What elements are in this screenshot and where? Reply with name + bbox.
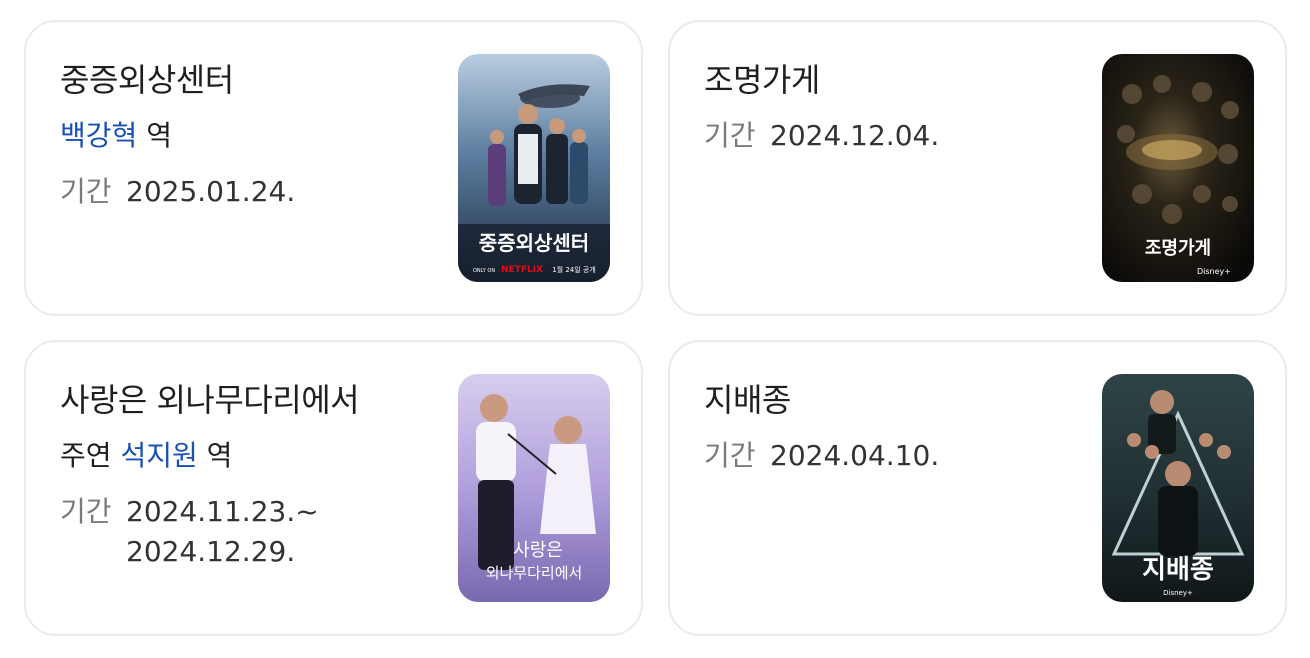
poster-image[interactable]: 중증외상센터 ONLY ON NETFLIX 1월 24일 공개 bbox=[458, 54, 610, 282]
period-row: 기간 2024.04.10. bbox=[704, 436, 939, 476]
period-row: 기간 2024.11.23.~ 2024.12.29. bbox=[60, 492, 319, 572]
period-row: 기간 2024.12.04. bbox=[704, 116, 939, 156]
poster-title: 조명가게 bbox=[1145, 238, 1211, 259]
poster-art: 중증외상센터 ONLY ON NETFLIX 1월 24일 공개 bbox=[458, 54, 610, 282]
poster-title: 중증외상센터 bbox=[479, 231, 589, 255]
period-label: 기간 bbox=[60, 175, 112, 208]
period-date: 2024.12.04. bbox=[770, 119, 940, 152]
poster-brand: NETFLIX bbox=[501, 265, 543, 275]
poster-title-line2: 외나무다리에서 bbox=[486, 564, 583, 582]
poster-release: 1월 24일 공개 bbox=[552, 265, 596, 274]
poster-brand: Disney+ bbox=[1197, 267, 1231, 276]
role-suffix: 역 bbox=[146, 119, 172, 152]
drama-card[interactable]: 지배종 기간 2024.04.10. 지배종 Disney+ bbox=[668, 340, 1287, 636]
poster-art: 조명가게 Disney+ bbox=[1102, 54, 1254, 282]
drama-title[interactable]: 사랑은 외나무다리에서 bbox=[60, 378, 360, 422]
period-value: 2024.11.23.~ 2024.12.29. bbox=[126, 492, 319, 572]
period-date: 2024.04.10. bbox=[770, 439, 940, 472]
poster-title: 지배종 bbox=[1142, 555, 1214, 585]
poster-image[interactable]: 지배종 Disney+ bbox=[1102, 374, 1254, 602]
poster-art: 사랑은 외나무다리에서 bbox=[458, 374, 610, 602]
drama-card[interactable]: 중증외상센터 백강혁 역 기간 2025.01.24. 중증외상센터 ONLY … bbox=[24, 20, 643, 316]
role-prefix: 주연 bbox=[60, 439, 112, 472]
drama-filmography-grid: 중증외상센터 백강혁 역 기간 2025.01.24. 중증외상센터 ONLY … bbox=[0, 0, 1310, 658]
drama-title[interactable]: 지배종 bbox=[704, 378, 791, 422]
poster-image[interactable]: 조명가게 Disney+ bbox=[1102, 54, 1254, 282]
period-label: 기간 bbox=[60, 495, 112, 528]
role-name-link[interactable]: 석지원 bbox=[120, 439, 197, 472]
drama-card[interactable]: 사랑은 외나무다리에서 주연 석지원 역 기간 2024.11.23.~ 202… bbox=[24, 340, 643, 636]
period-date: 2025.01.24. bbox=[126, 175, 296, 208]
period-value: 2024.04.10. bbox=[770, 436, 939, 476]
role-name-link[interactable]: 백강혁 bbox=[60, 119, 137, 152]
drama-title[interactable]: 중증외상센터 bbox=[60, 58, 234, 102]
period-value: 2024.12.04. bbox=[770, 116, 939, 156]
role-line: 백강혁 역 bbox=[60, 116, 172, 156]
poster-brand-prefix: ONLY ON bbox=[473, 268, 495, 274]
drama-card[interactable]: 조명가게 기간 2024.12.04. 조명가게 Disney+ bbox=[668, 20, 1287, 316]
poster-art: 지배종 Disney+ bbox=[1102, 374, 1254, 602]
period-value: 2025.01.24. bbox=[126, 172, 295, 212]
poster-image[interactable]: 사랑은 외나무다리에서 bbox=[458, 374, 610, 602]
role-suffix: 역 bbox=[206, 439, 233, 472]
period-label: 기간 bbox=[704, 119, 756, 152]
period-row: 기간 2025.01.24. bbox=[60, 172, 295, 212]
period-start: 2024.11.23.~ bbox=[126, 495, 319, 528]
period-end: 2024.12.29. bbox=[126, 535, 296, 568]
poster-title-line1: 사랑은 bbox=[513, 540, 563, 561]
role-line: 주연 석지원 역 bbox=[60, 436, 232, 476]
drama-title[interactable]: 조명가게 bbox=[704, 58, 820, 102]
period-label: 기간 bbox=[704, 439, 756, 472]
poster-brand: Disney+ bbox=[1163, 589, 1193, 597]
